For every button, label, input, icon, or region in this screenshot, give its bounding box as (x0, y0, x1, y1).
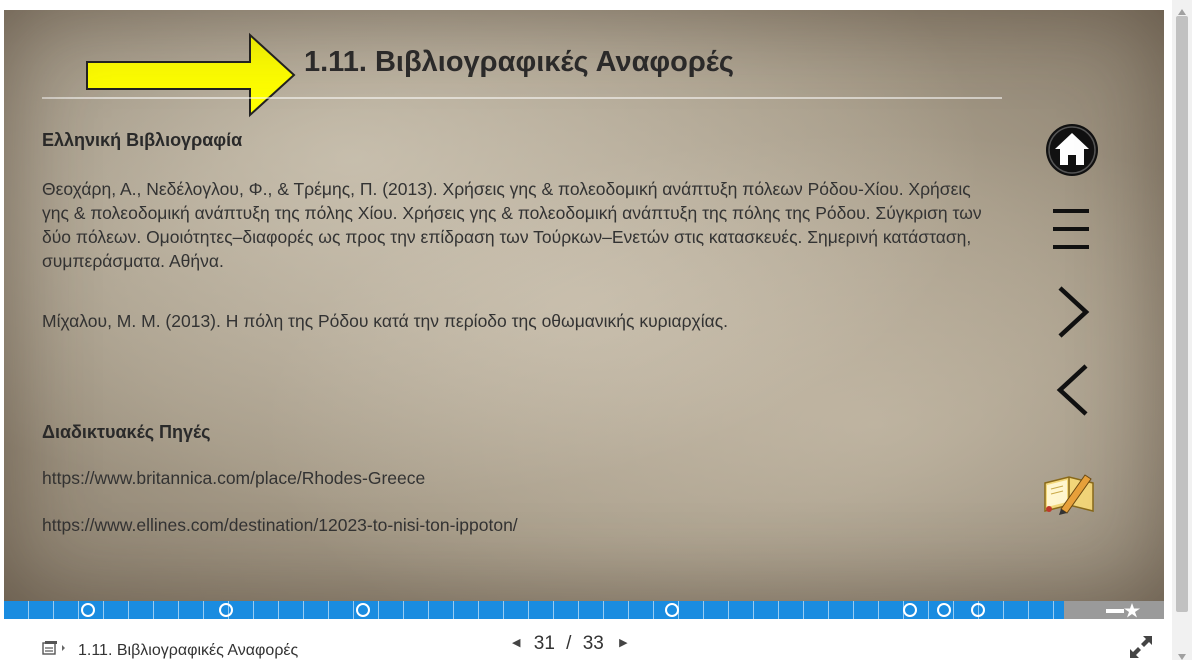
slide: 1.11. Βιβλιογραφικές Αναφορές Ελληνική Β… (4, 10, 1164, 602)
scroll-thumb[interactable] (1176, 16, 1188, 612)
progress-marker[interactable] (356, 603, 370, 617)
toc-icon (42, 641, 65, 655)
progress-marker[interactable] (971, 603, 985, 617)
fullscreen-icon (1130, 636, 1152, 658)
progress-marker[interactable] (903, 603, 917, 617)
arrow-graphic (86, 32, 296, 118)
next-button[interactable] (1050, 282, 1096, 342)
scroll-up-icon[interactable] (1177, 3, 1187, 15)
viewer: 1.11. Βιβλιογραφικές Αναφορές Ελληνική Β… (0, 0, 1192, 660)
web-sources-heading: Διαδικτυακές Πηγές (42, 422, 211, 442)
page-navigator: ◀ 31 / 33 ▶ (512, 633, 628, 655)
notes-button[interactable] (1040, 468, 1098, 518)
home-button[interactable] (1044, 122, 1100, 178)
page-total: 33 (582, 633, 604, 654)
previous-button[interactable] (1050, 360, 1096, 420)
fullscreen-button[interactable] (1128, 634, 1154, 660)
bookmark-star-icon (1106, 603, 1140, 618)
next-page-icon[interactable]: ▶ (619, 637, 627, 649)
menu-icon (1053, 209, 1089, 249)
progress-marker[interactable] (219, 603, 233, 617)
progress-marker[interactable] (81, 603, 95, 617)
next-icon (1058, 286, 1090, 338)
slide-title: 1.11. Βιβλιογραφικές Αναφορές (304, 46, 734, 78)
home-icon (1046, 124, 1098, 176)
page-current: 31 (533, 633, 555, 654)
progress-remaining (1064, 601, 1164, 619)
source-link[interactable]: https://www.britannica.com/place/Rhodes-… (42, 468, 425, 489)
prev-page-icon[interactable]: ◀ (512, 637, 520, 649)
current-slide-label: 1.11. Βιβλιογραφικές Αναφορές (78, 642, 299, 659)
menu-button[interactable] (1047, 203, 1095, 255)
reference-item: Μίχαλου, Μ. Μ. (2013). Η πόλη της Ρόδου … (42, 311, 729, 331)
previous-icon (1056, 364, 1088, 416)
scroll-down-icon[interactable] (1177, 648, 1187, 660)
title-divider (42, 97, 1002, 99)
progress-marker[interactable] (665, 603, 679, 617)
notebook-pencil-icon (1044, 474, 1094, 515)
reference-item: Θεοχάρη, Α., Νεδέλογλου, Φ., & Τρέμης, Π… (42, 179, 982, 271)
progress-marker[interactable] (937, 603, 951, 617)
source-link[interactable]: https://www.ellines.com/destination/1202… (42, 515, 518, 536)
greek-bibliography-heading: Ελληνική Βιβλιογραφία (42, 130, 243, 150)
toc-button[interactable] (42, 640, 70, 660)
page-separator: / (566, 633, 572, 654)
